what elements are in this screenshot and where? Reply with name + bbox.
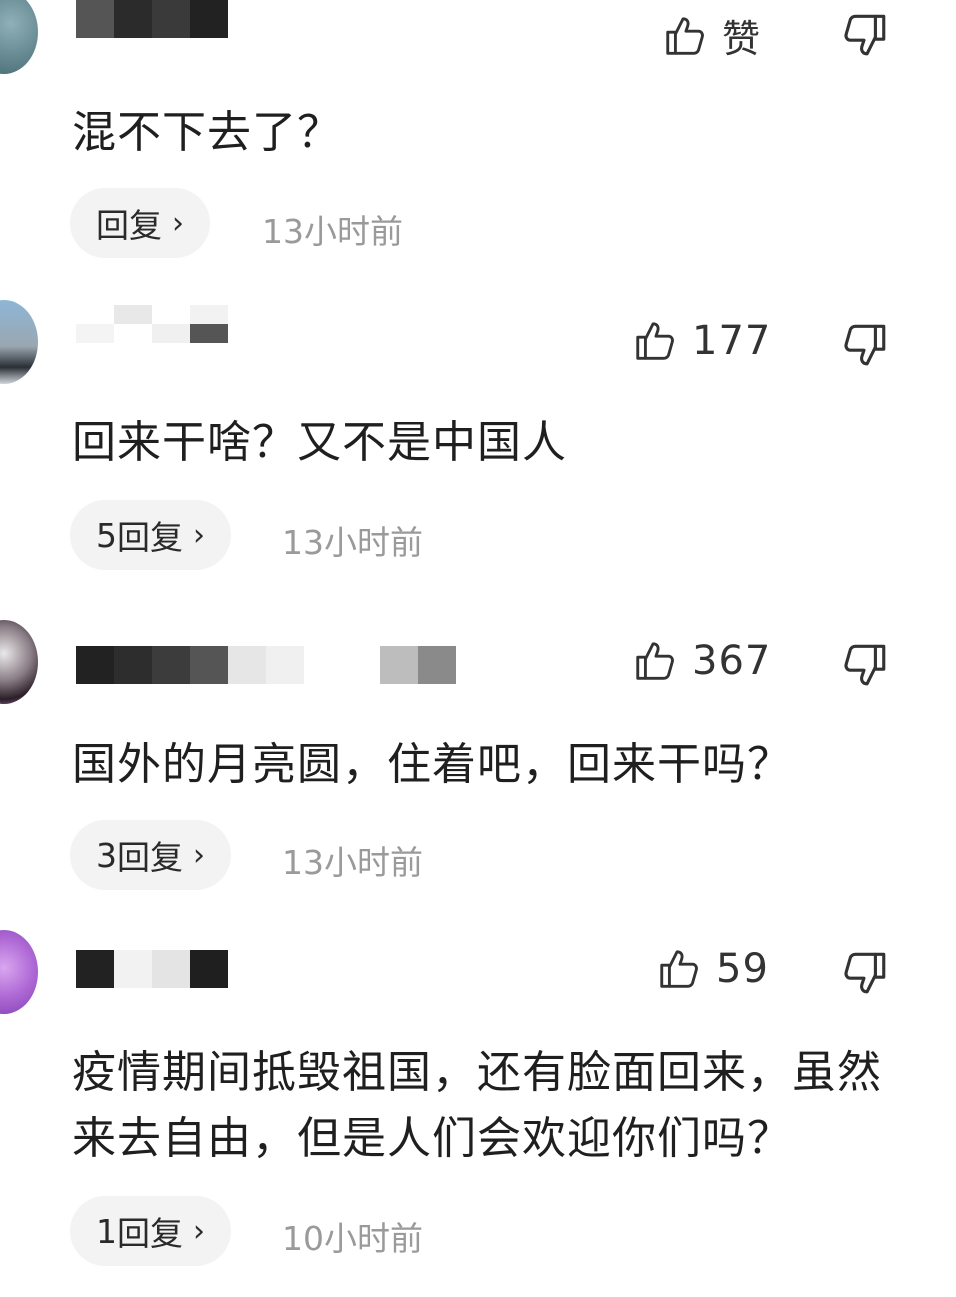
reply-button[interactable]: 回复 › xyxy=(70,188,210,258)
avatar[interactable] xyxy=(0,0,38,74)
thumbs-up-icon xyxy=(666,16,704,55)
like-button[interactable]: 177 xyxy=(632,318,771,364)
reply-label: 回复 xyxy=(117,838,183,877)
avatar[interactable] xyxy=(0,300,38,384)
avatar[interactable] xyxy=(0,930,38,1014)
username-redacted[interactable] xyxy=(76,305,228,343)
thumbs-up-icon xyxy=(660,950,698,988)
like-button[interactable]: 赞 xyxy=(662,8,760,63)
chevron-right-icon: › xyxy=(172,205,184,241)
thumbs-down-icon xyxy=(844,952,886,994)
reply-count: 1 xyxy=(96,1211,117,1251)
comment-feed: 赞 混不下去了？ 回复 › 13小时前 177 回来干啥？又不是中国人 5 回复… xyxy=(0,0,956,1297)
username-redacted[interactable] xyxy=(76,646,456,684)
thumbs-down-icon xyxy=(844,644,886,686)
thumbs-up-icon xyxy=(636,322,674,360)
dislike-button[interactable] xyxy=(840,10,890,60)
chevron-right-icon: › xyxy=(193,517,205,553)
chevron-right-icon: › xyxy=(193,1213,205,1249)
timestamp: 10小时前 xyxy=(282,1219,423,1258)
comment-text: 混不下去了？ xyxy=(72,107,342,158)
chevron-right-icon: › xyxy=(193,837,205,873)
thumbs-up-icon xyxy=(636,642,674,680)
thumbs-down-icon xyxy=(844,324,886,366)
dislike-button[interactable] xyxy=(840,640,890,690)
reply-label: 回复 xyxy=(96,206,162,245)
dislike-button[interactable] xyxy=(840,948,890,998)
comment-text: 回来干啥？又不是中国人 xyxy=(72,417,567,468)
like-button[interactable]: 367 xyxy=(632,638,771,684)
reply-count: 5 xyxy=(96,515,117,555)
reply-count: 3 xyxy=(96,835,117,875)
reply-button[interactable]: 3 回复 › xyxy=(70,820,231,890)
username-redacted[interactable] xyxy=(76,0,228,38)
reply-button[interactable]: 5 回复 › xyxy=(70,500,231,570)
reply-label: 回复 xyxy=(117,1214,183,1253)
timestamp: 13小时前 xyxy=(262,212,403,251)
thumbs-down-icon xyxy=(844,14,886,56)
reply-label: 回复 xyxy=(117,518,183,557)
like-label: 赞 xyxy=(722,17,761,61)
like-count: 177 xyxy=(692,318,772,364)
timestamp: 13小时前 xyxy=(282,523,423,562)
dislike-button[interactable] xyxy=(840,320,890,370)
reply-button[interactable]: 1 回复 › xyxy=(70,1196,231,1266)
avatar[interactable] xyxy=(0,620,38,704)
timestamp: 13小时前 xyxy=(282,843,423,882)
username-redacted[interactable] xyxy=(76,950,228,988)
like-count: 59 xyxy=(716,946,769,992)
like-button[interactable]: 59 xyxy=(656,946,769,992)
comment-text: 疫情期间抵毁祖国，还有脸面回来，虽然来去自由，但是人们会欢迎你们吗？ xyxy=(72,1047,882,1164)
comment-text: 国外的月亮圆，住着吧，回来干吗？ xyxy=(72,739,792,790)
like-count: 367 xyxy=(692,638,772,684)
